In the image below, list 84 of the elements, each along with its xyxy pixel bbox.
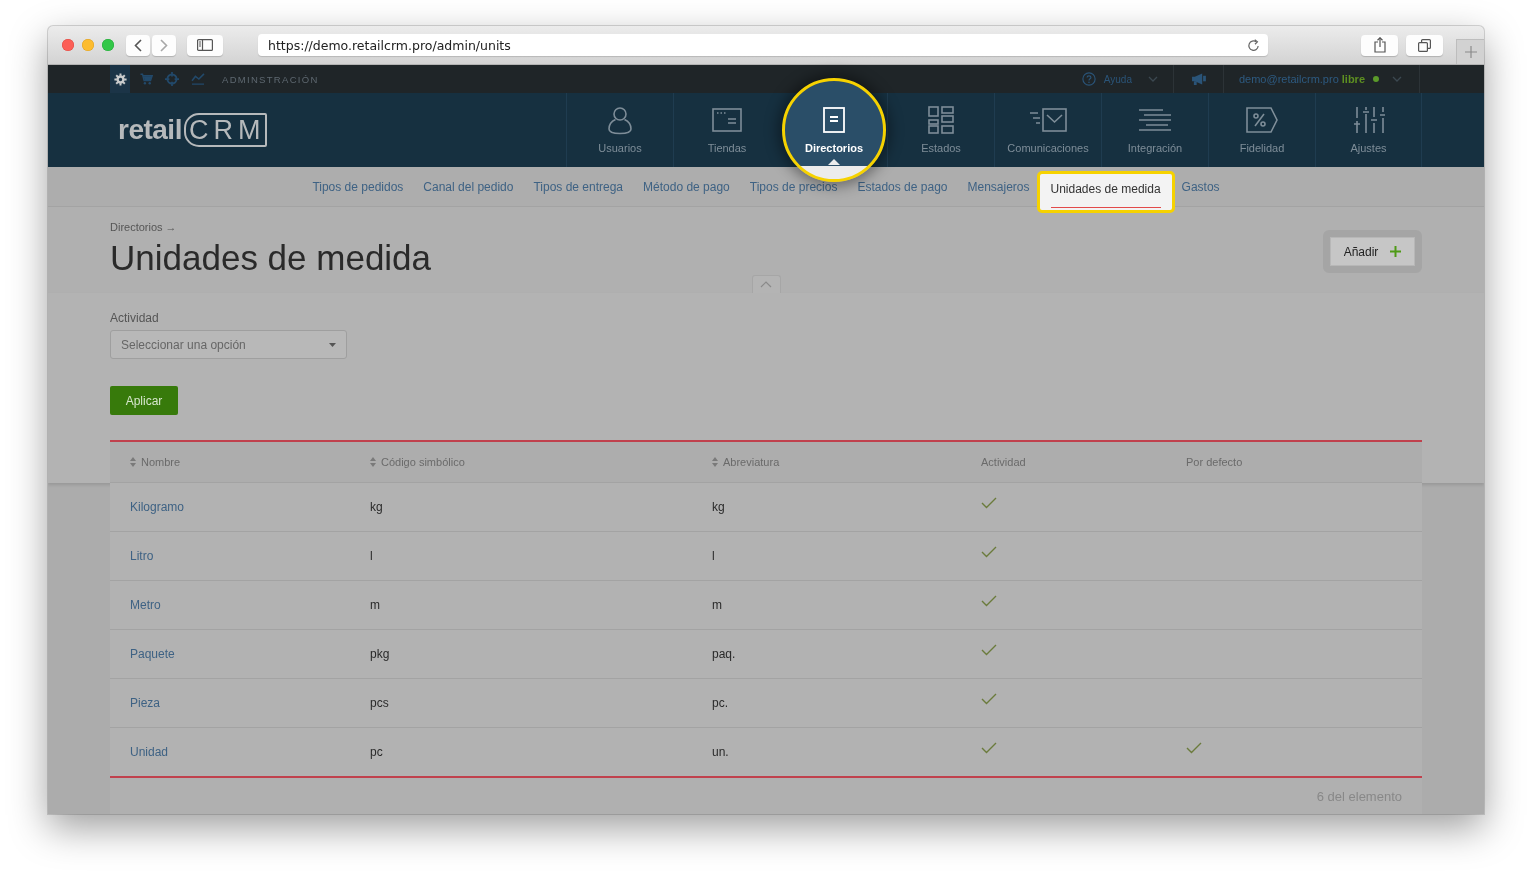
caret-down-icon <box>329 342 336 347</box>
user-menu[interactable]: demo@retailcrm.pro <box>1238 73 1339 85</box>
new-tab-button[interactable] <box>1456 39 1484 64</box>
grid-icon <box>928 106 954 134</box>
forward-button[interactable] <box>152 34 176 56</box>
plus-icon <box>1464 46 1477 58</box>
window-icon <box>712 108 742 132</box>
breadcrumb-link[interactable]: Directorios <box>110 221 163 234</box>
address-field[interactable]: https://demo.retailcrm.pro/admin/units <box>258 34 1268 56</box>
cart-icon <box>139 73 153 85</box>
plus-icon <box>1390 246 1402 257</box>
back-button[interactable] <box>126 34 150 56</box>
subnav-tab[interactable]: Tipos de pedidos <box>302 180 414 194</box>
select-field[interactable]: Seleccionar una opción <box>110 330 347 359</box>
table-cell: kg <box>712 500 725 514</box>
column-header: Actividad <box>981 456 1026 468</box>
unit-name-link[interactable]: Litro <box>130 549 154 563</box>
table-cell: pc <box>370 745 383 759</box>
help-icon <box>1081 72 1096 86</box>
chevron-right-icon <box>160 38 168 52</box>
breadcrumb-separator: → <box>165 221 177 234</box>
settings-icon <box>113 72 127 86</box>
envelope-icon <box>1029 108 1067 132</box>
sidebar-button[interactable] <box>187 34 223 56</box>
chart-icon <box>191 73 205 85</box>
megaphone-icon <box>1190 73 1206 85</box>
subnav-tab[interactable]: Método de pago <box>633 180 740 194</box>
table-cell: un. <box>712 745 729 759</box>
table-cell: l <box>370 549 373 563</box>
document-icon <box>823 107 845 133</box>
sliders-icon <box>1352 106 1385 134</box>
collapse-button[interactable] <box>751 275 781 293</box>
table-cell: m <box>370 598 380 612</box>
unit-name-link[interactable]: Pieza <box>130 696 161 710</box>
lines-icon <box>1138 108 1172 132</box>
subnav-tab[interactable]: Tipos de precios <box>739 180 848 194</box>
window-close-button[interactable] <box>62 39 74 51</box>
table-cell: l <box>712 549 715 563</box>
unit-name-link[interactable]: Unidad <box>130 745 169 759</box>
unit-name-link[interactable]: Paquete <box>130 647 175 661</box>
pointer-icon <box>828 159 840 165</box>
column-header[interactable]: Nombre <box>130 456 181 468</box>
section-label: ADMINSTRACIÓN <box>222 73 319 85</box>
sidebar-icon <box>197 39 213 51</box>
share-icon <box>1373 37 1386 53</box>
column-header[interactable]: Código simbólico <box>370 456 465 468</box>
sort-icon <box>370 457 376 467</box>
settings-button[interactable] <box>110 65 130 93</box>
unit-name-link[interactable]: Metro <box>130 598 161 612</box>
subnav-tab[interactable]: Estados de pago <box>847 180 958 194</box>
add-button[interactable]: Añadir <box>1323 230 1422 273</box>
table-cell: paq. <box>712 647 736 661</box>
subnav-tab[interactable]: Tipos de entrega <box>523 180 634 194</box>
sort-icon <box>712 457 718 467</box>
chevron-left-icon <box>134 38 142 52</box>
tabs-icon <box>1418 38 1431 52</box>
user-icon <box>607 105 633 135</box>
caret-down-icon <box>1392 76 1402 82</box>
status-dot-icon <box>1373 76 1379 82</box>
target-icon <box>165 72 179 86</box>
subnav-tab[interactable]: Canal del pedido <box>413 180 524 194</box>
column-header[interactable]: Abreviatura <box>712 456 780 468</box>
field-label: Actividad <box>110 311 159 325</box>
window-zoom-button[interactable] <box>102 39 114 51</box>
table-cell: pkg <box>370 647 390 661</box>
share-button[interactable] <box>1361 34 1398 56</box>
table-cell: m <box>712 598 722 612</box>
table-cell: pcs <box>370 696 389 710</box>
tabs-button[interactable] <box>1406 34 1443 56</box>
subnav-tab[interactable]: Unidades de medida <box>1036 171 1175 213</box>
plan-label: libre <box>1341 73 1365 85</box>
unit-name-link[interactable]: Kilogramo <box>130 500 185 514</box>
apply-button[interactable]: Aplicar <box>110 386 178 415</box>
chevron-up-icon <box>760 281 772 288</box>
table-cell: pc. <box>712 696 728 710</box>
reload-icon <box>1247 38 1260 52</box>
table-cell: kg <box>370 500 383 514</box>
caret-down-icon <box>1147 76 1158 82</box>
column-header: Por defecto <box>1186 456 1243 468</box>
window-minimize-button[interactable] <box>82 39 94 51</box>
help-link[interactable]: Ayuda <box>1103 73 1132 85</box>
percent-tag-icon <box>1246 107 1278 133</box>
sort-icon <box>130 457 136 467</box>
page-title: Unidades de medida <box>110 238 432 278</box>
